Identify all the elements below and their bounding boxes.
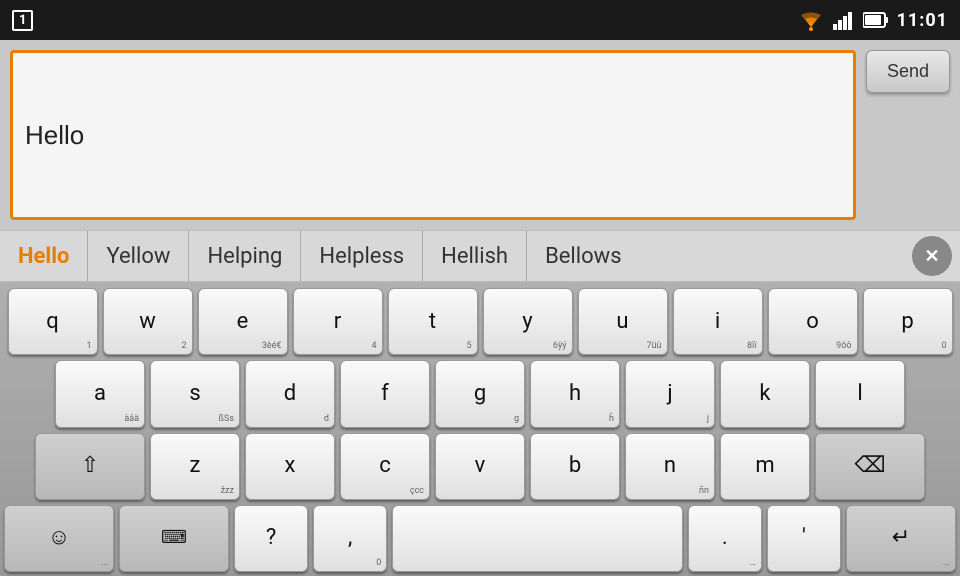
key-i[interactable]: i8îï — [673, 288, 763, 355]
status-bar: 1 — [0, 0, 960, 40]
comma-key[interactable]: ,0 — [313, 505, 387, 572]
key-y[interactable]: y6ÿý — [483, 288, 573, 355]
emoji-key[interactable]: ☺... — [4, 505, 114, 572]
key-q[interactable]: q1 — [8, 288, 98, 355]
key-x[interactable]: x — [245, 433, 335, 500]
question-key[interactable]: ? — [234, 505, 308, 572]
key-c[interactable]: cçcc — [340, 433, 430, 500]
key-l[interactable]: l — [815, 360, 905, 427]
key-e[interactable]: e3èé€ — [198, 288, 288, 355]
key-u[interactable]: u7üù — [578, 288, 668, 355]
key-z[interactable]: zžzz — [150, 433, 240, 500]
key-m[interactable]: m — [720, 433, 810, 500]
suggestion-item-5[interactable]: Bellows — [527, 231, 640, 281]
suggestion-item-0[interactable]: Hello — [8, 231, 88, 281]
enter-key[interactable]: ↵... — [846, 505, 956, 572]
keyboard-row-3: ⇧zžzzxcçccvbnñnm⌫ — [4, 433, 956, 500]
shift-key[interactable]: ⇧ — [35, 433, 145, 500]
time-display: 11:01 — [897, 10, 948, 31]
backspace-key[interactable]: ⌫ — [815, 433, 925, 500]
input-area: Send — [0, 40, 960, 230]
keyboard: q1w2e3èé€r4t5y6ÿýu7üùi8îïo9öôp0 aàâäsßSs… — [0, 282, 960, 576]
space-key[interactable] — [392, 505, 683, 572]
key-t[interactable]: t5 — [388, 288, 478, 355]
quote-key[interactable]: ' — [767, 505, 841, 572]
status-right: 11:01 — [797, 9, 948, 31]
key-j[interactable]: jj — [625, 360, 715, 427]
suggestion-item-1[interactable]: Yellow — [88, 231, 189, 281]
keyboard-switch-key[interactable]: ⌨ — [119, 505, 229, 572]
signal-icon — [833, 10, 855, 30]
key-p[interactable]: p0 — [863, 288, 953, 355]
send-button[interactable]: Send — [866, 50, 950, 93]
key-g[interactable]: gg — [435, 360, 525, 427]
key-v[interactable]: v — [435, 433, 525, 500]
key-r[interactable]: r4 — [293, 288, 383, 355]
keyboard-row-4: ☺...⌨?,0 .…'↵... — [4, 505, 956, 572]
suggestion-item-2[interactable]: Helping — [189, 231, 301, 281]
wifi-icon — [797, 9, 825, 31]
key-h[interactable]: hĥ — [530, 360, 620, 427]
text-field-wrapper[interactable] — [10, 50, 856, 220]
key-k[interactable]: k — [720, 360, 810, 427]
suggestion-item-4[interactable]: Hellish — [423, 231, 527, 281]
key-s[interactable]: sßSs — [150, 360, 240, 427]
key-b[interactable]: b — [530, 433, 620, 500]
text-input[interactable] — [25, 63, 841, 207]
close-suggestions-button[interactable] — [912, 236, 952, 276]
key-d[interactable]: dd — [245, 360, 335, 427]
key-f[interactable]: f — [340, 360, 430, 427]
battery-icon — [863, 11, 889, 29]
period-key[interactable]: .… — [688, 505, 762, 572]
key-w[interactable]: w2 — [103, 288, 193, 355]
key-a[interactable]: aàâä — [55, 360, 145, 427]
key-o[interactable]: o9öô — [768, 288, 858, 355]
app-number: 1 — [12, 10, 33, 31]
key-n[interactable]: nñn — [625, 433, 715, 500]
suggestion-item-3[interactable]: Helpless — [301, 231, 423, 281]
keyboard-row-1: q1w2e3èé€r4t5y6ÿýu7üùi8îïo9öôp0 — [4, 288, 956, 355]
suggestions-list: HelloYellowHelpingHelplessHellishBellows — [8, 231, 908, 281]
status-left: 1 — [12, 10, 33, 31]
keyboard-row-2: aàâäsßSsddfgghĥjjkl — [4, 360, 956, 427]
suggestions-bar: HelloYellowHelpingHelplessHellishBellows — [0, 230, 960, 282]
